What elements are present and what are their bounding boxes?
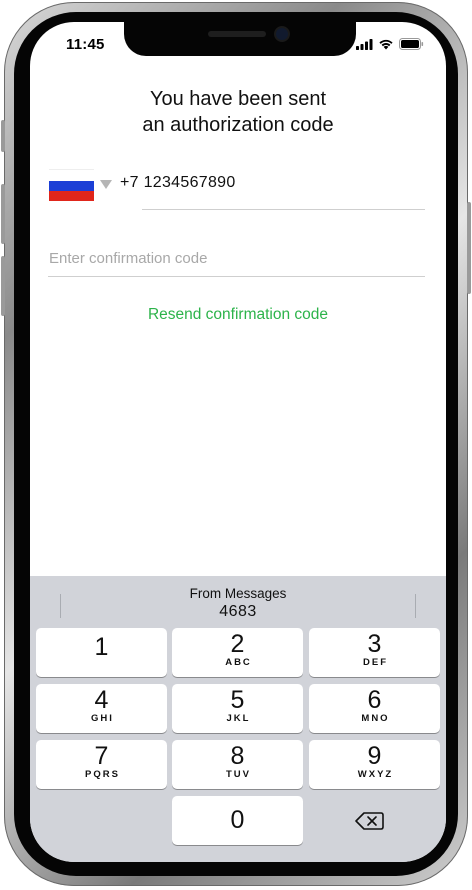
notch: [124, 22, 356, 56]
backspace-button[interactable]: [350, 806, 390, 836]
suggestion-source: From Messages: [189, 586, 287, 601]
wifi-icon: [379, 39, 393, 50]
key-digit: 2: [230, 630, 245, 658]
silent-switch: [1, 120, 5, 152]
key-3[interactable]: 3 DEF: [309, 628, 440, 677]
confirmation-code-input[interactable]: [48, 240, 425, 277]
key-letters: ABC: [225, 657, 252, 668]
power-button: [467, 202, 471, 294]
key-digit: 6: [367, 686, 382, 714]
volume-up-button: [1, 184, 5, 244]
key-0[interactable]: 0: [172, 796, 303, 845]
key-letters: GHI: [91, 713, 114, 724]
key-4[interactable]: 4 GHI: [36, 684, 167, 733]
key-digit: 8: [230, 742, 245, 770]
title-line-1: You have been sent: [149, 88, 327, 110]
key-digit: 7: [94, 742, 109, 770]
key-1[interactable]: 1: [36, 628, 167, 677]
key-letters: PQRS: [85, 769, 120, 780]
key-digit: 0: [230, 806, 245, 834]
key-8[interactable]: 8 TUV: [172, 740, 303, 789]
page-title: You have been sent an authorization code: [30, 86, 446, 138]
key-letters: JKL: [226, 713, 251, 724]
key-9[interactable]: 9 WXYZ: [309, 740, 440, 789]
suggestion-divider-right: [415, 594, 416, 618]
speaker-grille: [208, 31, 266, 37]
key-digit: 1: [94, 633, 109, 661]
front-camera: [276, 28, 288, 40]
chevron-down-icon[interactable]: [100, 180, 112, 189]
key-digit: 3: [367, 630, 382, 658]
title-line-2: an authorization code: [142, 114, 334, 136]
key-2[interactable]: 2 ABC: [172, 628, 303, 677]
key-letters: WXYZ: [357, 769, 394, 780]
key-6[interactable]: 6 MNO: [309, 684, 440, 733]
key-digit: 9: [367, 742, 382, 770]
key-digit: 5: [230, 686, 245, 714]
key-5[interactable]: 5 JKL: [172, 684, 303, 733]
key-letters: MNO: [361, 713, 390, 724]
volume-down-button: [1, 256, 5, 316]
suggestion-divider-left: [60, 594, 61, 618]
key-digit: 4: [94, 686, 109, 714]
signal-icon: [356, 38, 373, 50]
russia-flag[interactable]: [49, 169, 94, 201]
key-letters: DEF: [363, 657, 388, 668]
key-letters: TUV: [226, 769, 251, 780]
status-time: 11:45: [66, 36, 105, 53]
autofill-suggestion[interactable]: From Messages 4683: [30, 582, 446, 626]
numeric-keypad: From Messages 4683 1 2 ABC 3 DEF 4 GHI 5…: [30, 576, 446, 862]
phone-screen: 11:45 You have been sent an authorizatio…: [30, 22, 446, 862]
phone-underline: [142, 209, 425, 210]
status-icons: [356, 38, 424, 50]
suggestion-code: 4683: [219, 603, 257, 620]
backspace-icon: [355, 812, 384, 830]
battery-icon: [399, 38, 424, 50]
phone-number[interactable]: +7 1234567890: [120, 174, 236, 192]
key-7[interactable]: 7 PQRS: [36, 740, 167, 789]
resend-code-link[interactable]: Resend confirmation code: [30, 306, 446, 324]
